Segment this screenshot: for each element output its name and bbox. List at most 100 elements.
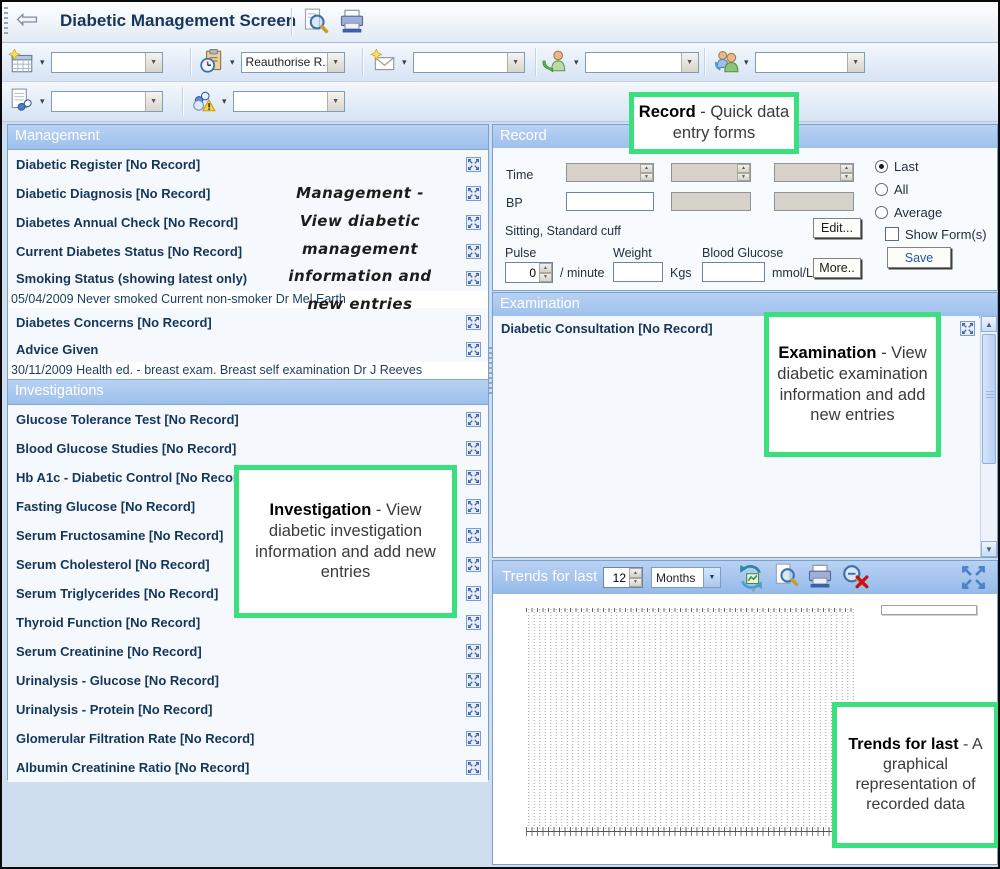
dropdown-arrow-icon[interactable]: ▼ xyxy=(145,53,162,72)
list-item[interactable]: Diabetic Register [No Record] xyxy=(8,150,488,179)
spin-down-icon[interactable]: ▼ xyxy=(640,173,653,182)
expand-icon[interactable] xyxy=(466,441,481,456)
list-item[interactable]: Glomerular Filtration Rate [No Record] xyxy=(8,724,488,753)
checkbox-icon[interactable] xyxy=(885,227,899,241)
bp-field-1[interactable] xyxy=(566,192,654,211)
expand-icon[interactable] xyxy=(960,321,975,336)
reauthorise-combobox[interactable]: Reauthorise R... ▼ xyxy=(241,52,345,73)
expand-icon[interactable] xyxy=(466,702,481,717)
list-item[interactable]: Urinalysis - Glucose [No Record] xyxy=(8,666,488,695)
trends-unit-combobox[interactable]: Months ▼ xyxy=(651,567,721,588)
examination-vertical-scrollbar[interactable]: ▲ ▼ xyxy=(980,316,997,557)
save-button[interactable]: Save xyxy=(887,247,951,268)
mail-new-icon[interactable] xyxy=(370,49,400,75)
pills-warning-icon[interactable] xyxy=(190,88,220,114)
spin-down-icon[interactable]: ▼ xyxy=(629,578,642,588)
time-field-1[interactable]: ▲▼ xyxy=(566,163,654,182)
mail-combobox[interactable]: ▼ xyxy=(413,52,525,73)
medication-warning-caret-icon[interactable]: ▾ xyxy=(222,96,227,107)
expand-icon[interactable] xyxy=(466,499,481,514)
blood-glucose-field[interactable] xyxy=(702,262,765,282)
remove-series-icon[interactable] xyxy=(841,563,869,591)
appointment-combobox[interactable]: ▼ xyxy=(51,52,163,73)
expand-icon[interactable] xyxy=(466,673,481,688)
expand-icon[interactable] xyxy=(466,760,481,775)
radio-average[interactable]: Average xyxy=(875,205,942,220)
toolbar-grip[interactable] xyxy=(4,7,8,37)
spin-down-icon[interactable]: ▼ xyxy=(840,173,853,182)
print-preview-icon[interactable] xyxy=(302,8,330,36)
spin-up-icon[interactable]: ▲ xyxy=(640,164,653,173)
radio-icon[interactable] xyxy=(875,183,888,196)
referral-combobox[interactable]: ▼ xyxy=(585,52,699,73)
expand-icon[interactable] xyxy=(466,615,481,630)
list-item[interactable]: Advice Given xyxy=(8,337,488,362)
bp-field-3[interactable] xyxy=(774,192,854,211)
pulse-stepper[interactable]: 0▲▼ xyxy=(505,262,553,283)
dropdown-arrow-icon[interactable]: ▼ xyxy=(327,92,344,111)
medication-warning-combobox[interactable]: ▼ xyxy=(233,91,345,112)
collapse-caret-icon[interactable]: ▾ xyxy=(751,585,756,596)
spin-down-icon[interactable]: ▼ xyxy=(737,173,750,182)
spin-up-icon[interactable]: ▲ xyxy=(737,164,750,173)
reauthorise-menu-caret-icon[interactable]: ▾ xyxy=(230,57,235,68)
spin-up-icon[interactable]: ▲ xyxy=(539,263,552,273)
print-chart-icon[interactable] xyxy=(806,563,834,591)
prescription-menu-caret-icon[interactable]: ▾ xyxy=(40,96,45,107)
list-item[interactable]: Blood Glucose Studies [No Record] xyxy=(8,434,488,463)
spin-up-icon[interactable]: ▲ xyxy=(629,568,642,578)
consultation-menu-caret-icon[interactable]: ▾ xyxy=(744,57,749,68)
combobox-value: Reauthorise R... xyxy=(242,55,327,69)
scroll-up-icon[interactable]: ▲ xyxy=(981,316,997,332)
radio-icon[interactable] xyxy=(875,206,888,219)
list-item[interactable]: Albumin Creatinine Ratio [No Record] xyxy=(8,753,488,782)
list-item[interactable]: Urinalysis - Protein [No Record] xyxy=(8,695,488,724)
expand-icon[interactable] xyxy=(466,528,481,543)
list-item[interactable]: Glucose Tolerance Test [No Record] xyxy=(8,405,488,434)
spin-up-icon[interactable]: ▲ xyxy=(840,164,853,173)
referral-menu-caret-icon[interactable]: ▾ xyxy=(574,57,579,68)
scroll-down-icon[interactable]: ▼ xyxy=(981,541,997,557)
expand-icon[interactable] xyxy=(466,557,481,572)
expand-icon[interactable] xyxy=(466,586,481,601)
print-icon[interactable] xyxy=(338,8,366,36)
dropdown-arrow-icon[interactable]: ▼ xyxy=(145,92,162,111)
edit-button[interactable]: Edit... xyxy=(813,218,861,238)
patient-referral-icon[interactable] xyxy=(542,49,572,75)
expand-icon[interactable] xyxy=(466,470,481,485)
dropdown-arrow-icon[interactable]: ▼ xyxy=(681,53,698,72)
radio-last[interactable]: Last xyxy=(875,159,919,174)
dropdown-arrow-icon[interactable]: ▼ xyxy=(507,53,524,72)
chart-preview-icon[interactable] xyxy=(773,563,801,591)
bp-field-2[interactable] xyxy=(671,192,751,211)
mail-menu-caret-icon[interactable]: ▾ xyxy=(402,57,407,68)
dropdown-arrow-icon[interactable]: ▼ xyxy=(327,53,344,72)
dropdown-arrow-icon[interactable]: ▼ xyxy=(703,568,720,587)
clipboard-clock-icon[interactable] xyxy=(198,49,228,75)
consultation-combobox[interactable]: ▼ xyxy=(755,52,865,73)
more-button[interactable]: More.. xyxy=(813,258,861,278)
time-field-2[interactable]: ▲▼ xyxy=(671,163,751,182)
radio-icon[interactable] xyxy=(875,160,888,173)
expand-icon[interactable] xyxy=(466,342,481,357)
radio-all[interactable]: All xyxy=(875,182,908,197)
calendar-new-icon[interactable] xyxy=(8,49,38,75)
expand-trends-icon[interactable] xyxy=(960,564,988,592)
expand-icon[interactable] xyxy=(466,412,481,427)
list-item[interactable]: Serum Creatinine [No Record] xyxy=(8,637,488,666)
back-arrow-icon[interactable]: ⇦ xyxy=(16,4,39,35)
prescription-pill-icon[interactable] xyxy=(8,88,38,114)
spin-down-icon[interactable]: ▼ xyxy=(539,273,552,283)
expand-icon[interactable] xyxy=(466,731,481,746)
show-forms-checkbox[interactable]: Show Form(s) xyxy=(885,227,987,242)
weight-field[interactable] xyxy=(613,262,663,282)
calendar-menu-caret-icon[interactable]: ▾ xyxy=(40,57,45,68)
scrollbar-thumb[interactable] xyxy=(982,334,996,464)
trends-period-stepper[interactable]: 12 ▲▼ xyxy=(603,567,643,588)
expand-icon[interactable] xyxy=(466,644,481,659)
prescription-combobox[interactable]: ▼ xyxy=(51,91,163,112)
patient-consultation-icon[interactable] xyxy=(712,49,742,75)
dropdown-arrow-icon[interactable]: ▼ xyxy=(847,53,864,72)
time-field-3[interactable]: ▲▼ xyxy=(774,163,854,182)
expand-icon[interactable] xyxy=(466,157,481,172)
